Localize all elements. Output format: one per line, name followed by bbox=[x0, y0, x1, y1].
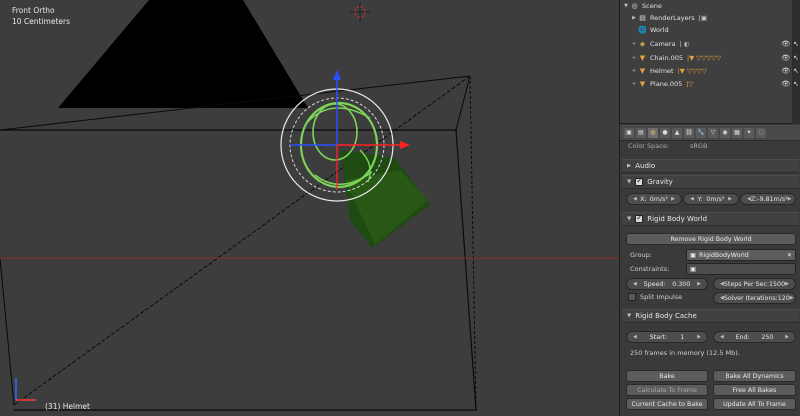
renderlayer-icon: |▣ bbox=[698, 14, 707, 22]
gravity-y-field[interactable]: ◀ Y: 0m/s² ▶ bbox=[683, 193, 739, 205]
free-all-bakes-button[interactable]: Free All Bakes bbox=[713, 384, 796, 396]
properties-tabs: ▣ ▤ ◎ ● ▲ ⛓ 🔧 ▽ ◉ ▦ ✦ ◌ bbox=[620, 125, 800, 141]
view-label: Front Ortho bbox=[12, 6, 55, 15]
cursor-icon[interactable]: ↖ bbox=[793, 54, 799, 62]
gravity-x-field[interactable]: ◀ X: 0m/s² ▶ bbox=[626, 193, 682, 205]
bake-all-dynamics-button[interactable]: Bake All Dynamics bbox=[713, 370, 796, 382]
color-space-value[interactable]: sRGB bbox=[690, 142, 707, 150]
rigid-body-world-panel-header[interactable]: ▼ Rigid Body World bbox=[622, 212, 799, 226]
outliner-item-camera[interactable]: + ◈ Camera | ◐ 👁 ↖ bbox=[620, 38, 800, 50]
mesh-icon: ▼ bbox=[639, 67, 646, 75]
eye-icon[interactable]: 👁 bbox=[781, 54, 790, 62]
cache-end-field[interactable]: ◀ End: 250 ▶ bbox=[713, 331, 796, 343]
group-icon: ▣ bbox=[690, 265, 696, 273]
camera-data-icon: | ◐ bbox=[679, 40, 690, 48]
material-tab-icon[interactable]: ◉ bbox=[720, 127, 730, 138]
modifier-icons: |▼ ▽▽▽▽▽ bbox=[687, 54, 722, 62]
scene-icon: ◎ bbox=[631, 2, 638, 10]
units-label: 10 Centimeters bbox=[12, 17, 71, 26]
gravity-panel-header[interactable]: ▼ Gravity bbox=[622, 175, 799, 189]
outliner-item-world[interactable]: 🌐 World bbox=[620, 24, 800, 36]
outliner[interactable]: ▼ ◎ Scene ▶ ▤ RenderLayers |▣ 🌐 World + … bbox=[620, 0, 800, 124]
gravity-checkbox[interactable] bbox=[635, 176, 644, 186]
camera-icon: ◈ bbox=[639, 40, 646, 48]
outliner-item-helmet[interactable]: + ▼ Helmet |▼ ▽▽▽▽ 👁 ↖ bbox=[620, 65, 800, 77]
solver-iterations-field[interactable]: ◀ Solver Iterations: 120 ▶ bbox=[713, 292, 796, 304]
object-tab-icon[interactable]: ▲ bbox=[672, 127, 682, 138]
constraints-tab-icon[interactable]: ⛓ bbox=[684, 127, 694, 138]
renderlayers-tab-icon[interactable]: ▤ bbox=[636, 127, 646, 138]
world-icon: 🌐 bbox=[638, 26, 647, 34]
properties-editor[interactable]: Color Space: sRGB ▶ Audio ▼ Gravity ◀X:0… bbox=[620, 141, 800, 416]
collapse-icon: ▼ bbox=[627, 179, 632, 185]
renderlayers-icon: ▤ bbox=[639, 14, 646, 22]
particles-tab-icon[interactable]: ✦ bbox=[744, 127, 754, 138]
eye-icon[interactable]: 👁 bbox=[781, 67, 790, 75]
group-label: Group: bbox=[630, 251, 652, 259]
right-panel: ▼ ◎ Scene ▶ ▤ RenderLayers |▣ 🌐 World + … bbox=[619, 0, 800, 416]
bake-button[interactable]: Bake bbox=[626, 370, 708, 382]
expand-icon: ▶ bbox=[627, 163, 632, 169]
cursor-icon[interactable]: ↖ bbox=[793, 67, 799, 75]
constraints-label: Constraints: bbox=[630, 265, 670, 273]
black-plane-shape bbox=[58, 0, 308, 108]
modifier-icons: |▼ ▽▽▽▽ bbox=[677, 67, 707, 75]
cache-start-field[interactable]: ◀ Start: 1 ▶ bbox=[626, 331, 708, 343]
outliner-item-renderlayers[interactable]: ▶ ▤ RenderLayers |▣ bbox=[620, 12, 800, 24]
clear-icon[interactable]: ✕ bbox=[787, 252, 792, 259]
split-impulse-toggle[interactable]: Split Impulse bbox=[628, 293, 682, 301]
constraints-field[interactable]: ▣ bbox=[686, 263, 796, 275]
3d-viewport[interactable]: Front Ortho 10 Centimeters (31) Helmet bbox=[0, 0, 619, 416]
color-space-label: Color Space: bbox=[628, 142, 670, 150]
cache-memory-info: 250 frames in memory (12.5 Mb). bbox=[630, 349, 740, 357]
viewport-scene bbox=[0, 0, 619, 411]
collapse-icon: ▼ bbox=[627, 313, 632, 319]
group-field[interactable]: ▣ RigidBodyWorld ✕ bbox=[686, 249, 796, 261]
modifiers-tab-icon[interactable]: 🔧 bbox=[696, 127, 706, 138]
group-icon: ▣ bbox=[690, 251, 696, 259]
outliner-item-scene[interactable]: ▼ ◎ Scene bbox=[620, 0, 800, 12]
collapse-icon[interactable]: ▼ bbox=[622, 3, 630, 9]
audio-panel-header[interactable]: ▶ Audio bbox=[622, 159, 799, 173]
mesh-icon: ▼ bbox=[639, 54, 646, 62]
scene-tab-icon[interactable]: ◎ bbox=[648, 127, 658, 138]
world-tab-icon[interactable]: ● bbox=[660, 127, 670, 138]
update-all-to-frame-button[interactable]: Update All To Frame bbox=[713, 398, 796, 410]
current-cache-to-bake-button[interactable]: Current Cache to Bake bbox=[626, 398, 708, 410]
cursor-icon[interactable]: ↖ bbox=[793, 80, 799, 88]
texture-tab-icon[interactable]: ▦ bbox=[732, 127, 742, 138]
calculate-to-frame-button[interactable]: Calculate To Frame bbox=[626, 384, 708, 396]
steps-per-sec-field[interactable]: ◀ Steps Per Sec: 1500 ▶ bbox=[713, 278, 796, 290]
physics-tab-icon[interactable]: ◌ bbox=[756, 127, 766, 138]
mesh-data-icon: |▽ bbox=[686, 80, 694, 88]
eye-icon[interactable]: 👁 bbox=[781, 80, 790, 88]
remove-rigid-body-world-button[interactable]: Remove Rigid Body World bbox=[626, 233, 796, 245]
rigid-body-cache-panel-header[interactable]: ▼ Rigid Body Cache bbox=[622, 309, 799, 323]
outliner-item-plane[interactable]: + ▼ Plane.005 |▽ 👁 ↖ bbox=[620, 78, 800, 90]
collapse-icon[interactable]: ▶ bbox=[630, 15, 638, 21]
collapse-icon: ▼ bbox=[627, 216, 632, 222]
data-tab-icon[interactable]: ▽ bbox=[708, 127, 718, 138]
rigid-body-world-checkbox[interactable] bbox=[635, 213, 644, 223]
eye-icon[interactable]: 👁 bbox=[781, 40, 790, 48]
split-impulse-checkbox[interactable] bbox=[628, 293, 636, 301]
gravity-z-field[interactable]: ◀ Z: -9.81m/s² ▶ bbox=[740, 193, 796, 205]
cursor-icon[interactable]: ↖ bbox=[793, 40, 799, 48]
render-tab-icon[interactable]: ▣ bbox=[624, 127, 634, 138]
object-label: (31) Helmet bbox=[45, 402, 90, 411]
outliner-item-chain[interactable]: + ▼ Chain.005 |▼ ▽▽▽▽▽ 👁 ↖ bbox=[620, 52, 800, 64]
mesh-icon: ▼ bbox=[639, 80, 646, 88]
speed-field[interactable]: ◀ Speed: 0.300 ▶ bbox=[626, 278, 708, 290]
